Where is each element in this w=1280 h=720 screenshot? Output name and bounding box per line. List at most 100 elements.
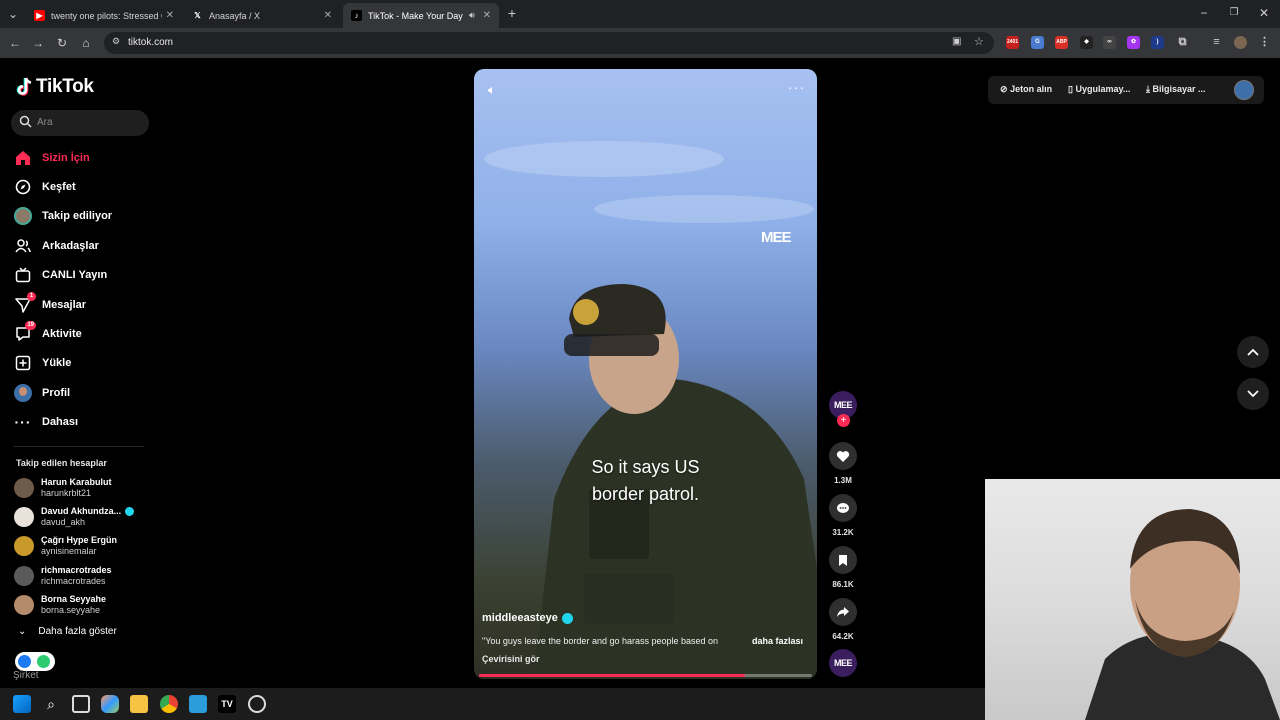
close-tab-icon[interactable]: ✕ (166, 10, 174, 21)
theme-toggle[interactable] (15, 652, 55, 671)
next-video-button[interactable] (1237, 378, 1269, 410)
company-link[interactable]: Şirket (13, 670, 39, 681)
following-account[interactable]: richmacrotrades richmacrotrades (14, 563, 112, 589)
translate-extension-icon[interactable]: G (1031, 36, 1044, 49)
save-count: 86.1K (832, 580, 854, 589)
video-options-icon[interactable]: ··· (788, 79, 805, 95)
desktop-app-button[interactable]: ⤓ Bilgisayar ... (1146, 84, 1206, 95)
tiktok-logo[interactable]: TikTok (16, 76, 94, 98)
copilot-icon[interactable] (101, 695, 119, 713)
tab-title: TikTok - Make Your Day (368, 10, 463, 21)
adblock-extension-icon[interactable]: ABP (1055, 36, 1068, 49)
browser-tab[interactable]: 𝕏 Anasayfa / X ✕ (184, 3, 340, 28)
video-player[interactable]: 🔈︎ ··· MEE So it says US border patrol. … (474, 69, 817, 679)
account-name: Çağrı Hype Ergün (41, 535, 118, 545)
tradingview-icon[interactable]: TV (218, 695, 236, 713)
address-bar[interactable]: ⚙ tiktok.com ▣ ☆ (104, 32, 994, 54)
user-avatar[interactable] (1234, 80, 1254, 100)
following-account[interactable]: Harun Karabulut harunkrblt21 (14, 475, 112, 501)
toggle-knob-icon (18, 655, 31, 668)
see-translation-button[interactable]: Çevirisini gör (482, 654, 540, 664)
sidebar-item-explore[interactable]: Keşfet (14, 176, 76, 198)
upload-icon (14, 354, 32, 372)
sidebar-item-following[interactable]: Takip ediliyor (14, 205, 112, 227)
following-account[interactable]: Davud Akhundza... davud_akh (14, 504, 135, 530)
extension-audio-icon[interactable]: ) (1151, 36, 1164, 49)
author-name: middleeasteye (482, 612, 558, 624)
avatar (14, 566, 34, 586)
browser-tab[interactable]: ▶ twenty one pilots: Stressed Out ✕ (26, 3, 182, 28)
avatar (14, 595, 34, 615)
task-view-icon[interactable] (72, 695, 90, 713)
site-info-icon[interactable]: ⚙ (112, 36, 120, 47)
sidebar-item-messages[interactable]: 1 Mesajlar (14, 292, 86, 316)
verified-icon (561, 612, 573, 624)
sidebar-item-for-you[interactable]: Sizin İçin (14, 147, 90, 169)
browser-tab-active[interactable]: ♪ TikTok - Make Your Day 🔊︎ ✕ (343, 3, 499, 28)
home-browser-icon[interactable]: ⌂ (78, 35, 94, 51)
audio-playing-icon[interactable]: 🔊︎ (469, 10, 475, 21)
sound-avatar-button[interactable]: MEE (829, 649, 857, 677)
volume-icon[interactable]: 🔈︎ (488, 82, 496, 98)
close-window-icon[interactable]: ✕ (1256, 5, 1272, 21)
new-tab-icon[interactable]: + (504, 5, 520, 21)
extension-badge-icon[interactable]: 2401 (1006, 36, 1019, 49)
following-account[interactable]: Çağrı Hype Ergün aynisinemalar (14, 533, 117, 559)
save-button[interactable]: 86.1K (829, 546, 857, 589)
sidebar-item-upload[interactable]: Yükle (14, 352, 71, 374)
extension-glasses-icon[interactable]: ∞ (1103, 36, 1116, 49)
get-coins-button[interactable]: ⊘ Jeton alın (1000, 84, 1052, 95)
following-avatar-icon (14, 207, 32, 225)
file-explorer-icon[interactable] (130, 695, 148, 713)
install-app-icon[interactable]: ▣ (952, 36, 961, 47)
browser-menu-icon[interactable]: ⋮ (1258, 36, 1271, 49)
extensions-puzzle-icon[interactable]: ⧉ (1176, 36, 1189, 49)
coin-icon: ⊘ (1000, 84, 1008, 94)
sidebar-item-label: Takip ediliyor (42, 210, 113, 222)
previous-video-button[interactable] (1237, 336, 1269, 368)
video-progress-bar[interactable] (479, 674, 812, 677)
windows-start-icon[interactable] (13, 695, 31, 713)
forward-icon[interactable]: → (30, 35, 46, 51)
comment-button[interactable]: 31.2K (829, 494, 857, 537)
see-more-button[interactable]: daha fazlası (752, 636, 803, 646)
sidebar-item-friends[interactable]: Arkadaşlar (14, 235, 99, 257)
video-author[interactable]: middleeasteye (482, 612, 573, 624)
reload-icon[interactable]: ↻ (54, 35, 70, 51)
browser-profile-avatar[interactable] (1234, 36, 1247, 49)
sidebar-item-more[interactable]: ··· Dahası (14, 411, 79, 433)
reading-list-icon[interactable]: ≡ (1210, 36, 1223, 49)
sidebar-item-activity[interactable]: 19 Aktivite (14, 321, 82, 345)
back-icon[interactable]: ← (7, 35, 23, 51)
browser-tab-bar: ⌄ ▶ twenty one pilots: Stressed Out ✕ 𝕏 … (0, 0, 1280, 28)
get-app-button[interactable]: ▯ Uygulamay... (1068, 84, 1130, 95)
like-count: 1.3M (834, 476, 852, 485)
url-text: tiktok.com (128, 37, 174, 48)
avatar (14, 478, 34, 498)
show-more-button[interactable]: ⌄ Daha fazla göster (18, 626, 117, 637)
webcam-overlay (985, 479, 1280, 720)
caption-line: border patrol. (591, 484, 700, 504)
following-accounts-title: Takip edilen hesaplar (16, 458, 107, 468)
tab-list-chevron-icon[interactable]: ⌄ (5, 6, 21, 22)
minimize-icon[interactable]: − (1196, 5, 1212, 21)
following-account[interactable]: Borna Seyyahe borna.seyyahe (14, 592, 106, 618)
restore-icon[interactable]: ❐ (1226, 5, 1242, 21)
search-input[interactable]: Ara (11, 110, 149, 136)
app-icon[interactable] (248, 695, 266, 713)
close-tab-icon[interactable]: ✕ (483, 10, 491, 21)
extension-diamond-icon[interactable]: ◆ (1080, 36, 1093, 49)
sidebar-item-profile[interactable]: Profil (14, 382, 70, 404)
share-button[interactable]: 64.2K (829, 598, 857, 641)
sidebar-item-live[interactable]: CANLI Yayın (14, 264, 107, 286)
app-icon[interactable] (189, 695, 207, 713)
follow-plus-icon[interactable]: + (837, 414, 850, 427)
chrome-icon[interactable] (160, 695, 178, 713)
extension-purple-icon[interactable]: ✿ (1127, 36, 1140, 49)
close-tab-icon[interactable]: ✕ (324, 10, 332, 21)
creator-avatar-button[interactable]: MEE + (829, 391, 857, 427)
like-button[interactable]: 1.3M (829, 442, 857, 485)
video-scene (484, 141, 817, 679)
search-icon[interactable]: ⌕ (42, 695, 60, 713)
bookmark-star-icon[interactable]: ☆ (974, 35, 984, 48)
